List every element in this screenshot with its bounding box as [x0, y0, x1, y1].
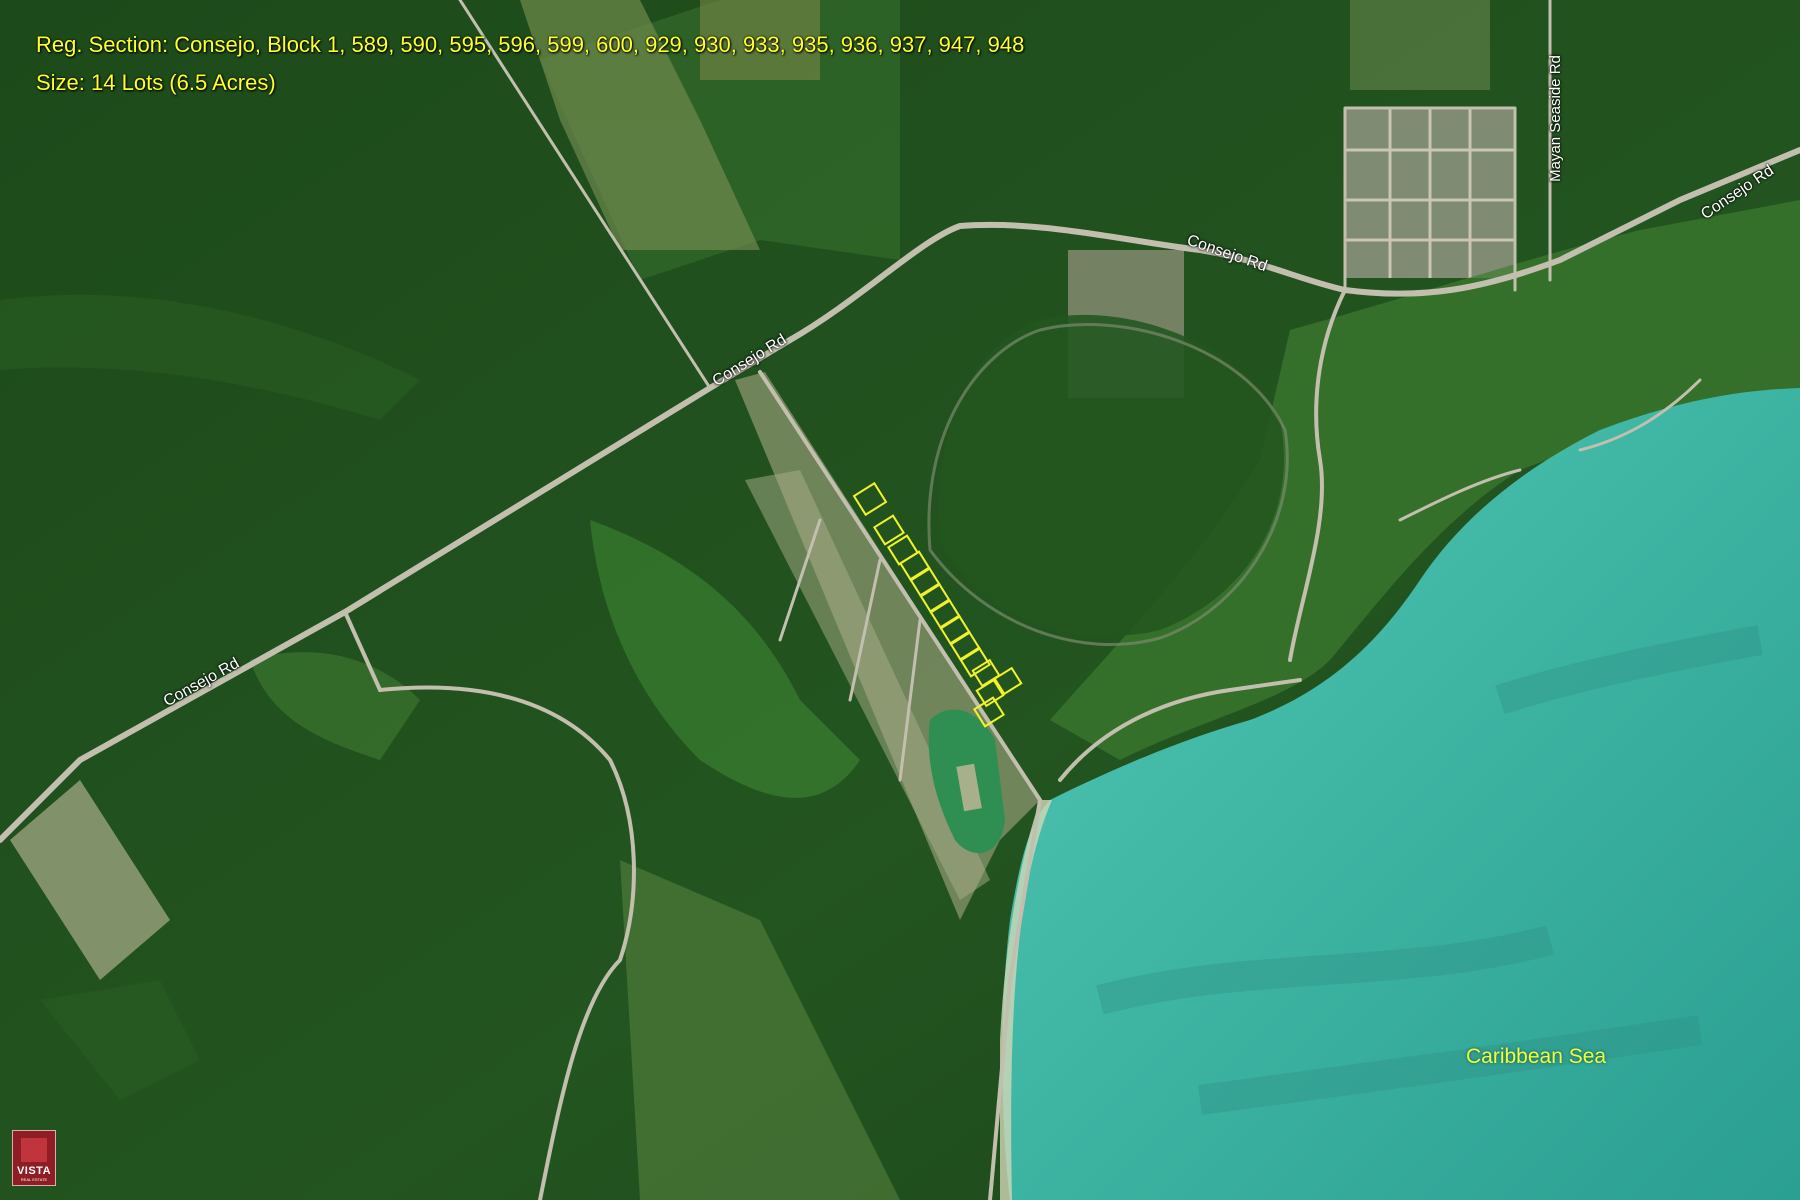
satellite-imagery [0, 0, 1800, 1200]
registration-section-label: Reg. Section: Consejo, Block 1, 589, 590… [36, 32, 1025, 57]
logo-subtext: REAL ESTATE [20, 1177, 48, 1182]
lot-size-label: Size: 14 Lots (6.5 Acres) [36, 70, 276, 95]
sea-label: Caribbean Sea [1466, 1045, 1607, 1068]
road-label-mayan-seaside-rd: Mayan Seaside Rd [1546, 55, 1564, 182]
logo-word: VISTA [16, 1165, 52, 1177]
subdivision-grid [1345, 108, 1515, 278]
aerial-map: Reg. Section: Consejo, Block 1, 589, 590… [0, 0, 1800, 1200]
vista-real-estate-logo: VISTA REAL ESTATE [12, 1130, 56, 1186]
logo-mark-icon [21, 1138, 47, 1162]
